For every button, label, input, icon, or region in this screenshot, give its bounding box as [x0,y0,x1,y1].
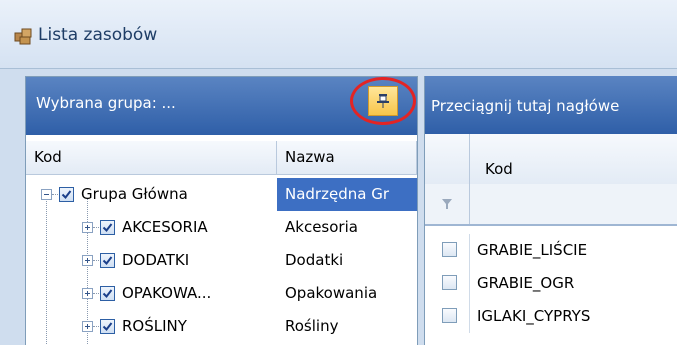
resource-kod: GRABIE_LIŚCIE [477,241,588,259]
resource-list-window: Lista zasobów Wybrana grupa: ... Kod Naz… [0,0,677,345]
row-kod: Grupa Główna [81,185,188,203]
row-kod: ROŚLINY [122,317,187,335]
checkmark-icon [102,256,113,266]
row-nazwa: Akcesoria [285,218,358,236]
group-checkbox[interactable] [100,286,115,301]
expand-icon[interactable] [82,255,93,266]
checkmark-icon [61,190,72,200]
checkmark-icon [102,223,113,233]
resources-icon [14,26,34,46]
group-checkbox[interactable] [100,253,115,268]
tree-row[interactable]: AKCESORIA Akcesoria [26,211,417,244]
resource-grid-panel: Przeciągnij tutaj nagłówe Kod GRABIE_LIŚ… [424,76,677,345]
tree-row[interactable]: Grupa Główna Nadrzędna Gr [26,178,417,211]
row-nazwa: Opakowania [285,284,378,302]
group-checkbox[interactable] [59,187,74,202]
row-nazwa: Nadrzędna Gr [277,178,417,211]
group-checkbox[interactable] [100,220,115,235]
column-header-nazwa[interactable]: Nazwa [277,141,417,175]
group-tree-panel: Wybrana grupa: ... Kod Nazwa Grupa Główn… [25,76,418,345]
row-nazwa: Dodatki [285,251,344,269]
resource-kod: GRABIE_OGR [477,274,575,292]
column-header-kod[interactable]: Kod [26,141,277,175]
expand-icon[interactable] [82,288,93,299]
resource-row[interactable]: IGLAKI_CYPRYS [425,300,677,333]
group-checkbox[interactable] [100,319,115,334]
group-by-hint: Przeciągnij tutaj nagłówe [431,97,620,115]
group-panel-header: Wybrana grupa: ... [26,77,417,135]
resource-row[interactable]: GRABIE_LIŚCIE [425,234,677,267]
row-nazwa: Rośliny [285,317,339,335]
group-by-area[interactable]: Przeciągnij tutaj nagłówe [425,76,677,134]
selected-group-label: Wybrana grupa: ... [36,94,176,112]
row-kod: AKCESORIA [122,218,208,236]
highlight-circle [350,77,416,125]
resource-row[interactable]: GRABIE_OGR [425,267,677,300]
row-indicator-header [425,134,470,184]
checkmark-icon [102,322,113,332]
row-kod: DODATKI [122,251,190,269]
tree-row[interactable]: OPAKOWA... Opakowania [26,277,417,310]
resource-kod: IGLAKI_CYPRYS [477,307,591,325]
title-bar: Lista zasobów [0,0,677,69]
expand-icon[interactable] [82,321,93,332]
row-checkbox[interactable] [442,242,457,257]
expand-icon[interactable] [82,222,93,233]
tree-row[interactable]: ROŚLINY Rośliny [26,310,417,343]
window-title: Lista zasobów [38,25,158,45]
column-header-kod[interactable]: Kod [485,160,513,178]
row-kod: OPAKOWA... [122,284,212,302]
collapse-icon[interactable] [41,189,52,200]
row-checkbox[interactable] [442,308,457,323]
filter-indicator [425,184,470,224]
filter-icon [442,199,452,209]
checkmark-icon [102,289,113,299]
tree-row[interactable]: DODATKI Dodatki [26,244,417,277]
row-checkbox[interactable] [442,275,457,290]
